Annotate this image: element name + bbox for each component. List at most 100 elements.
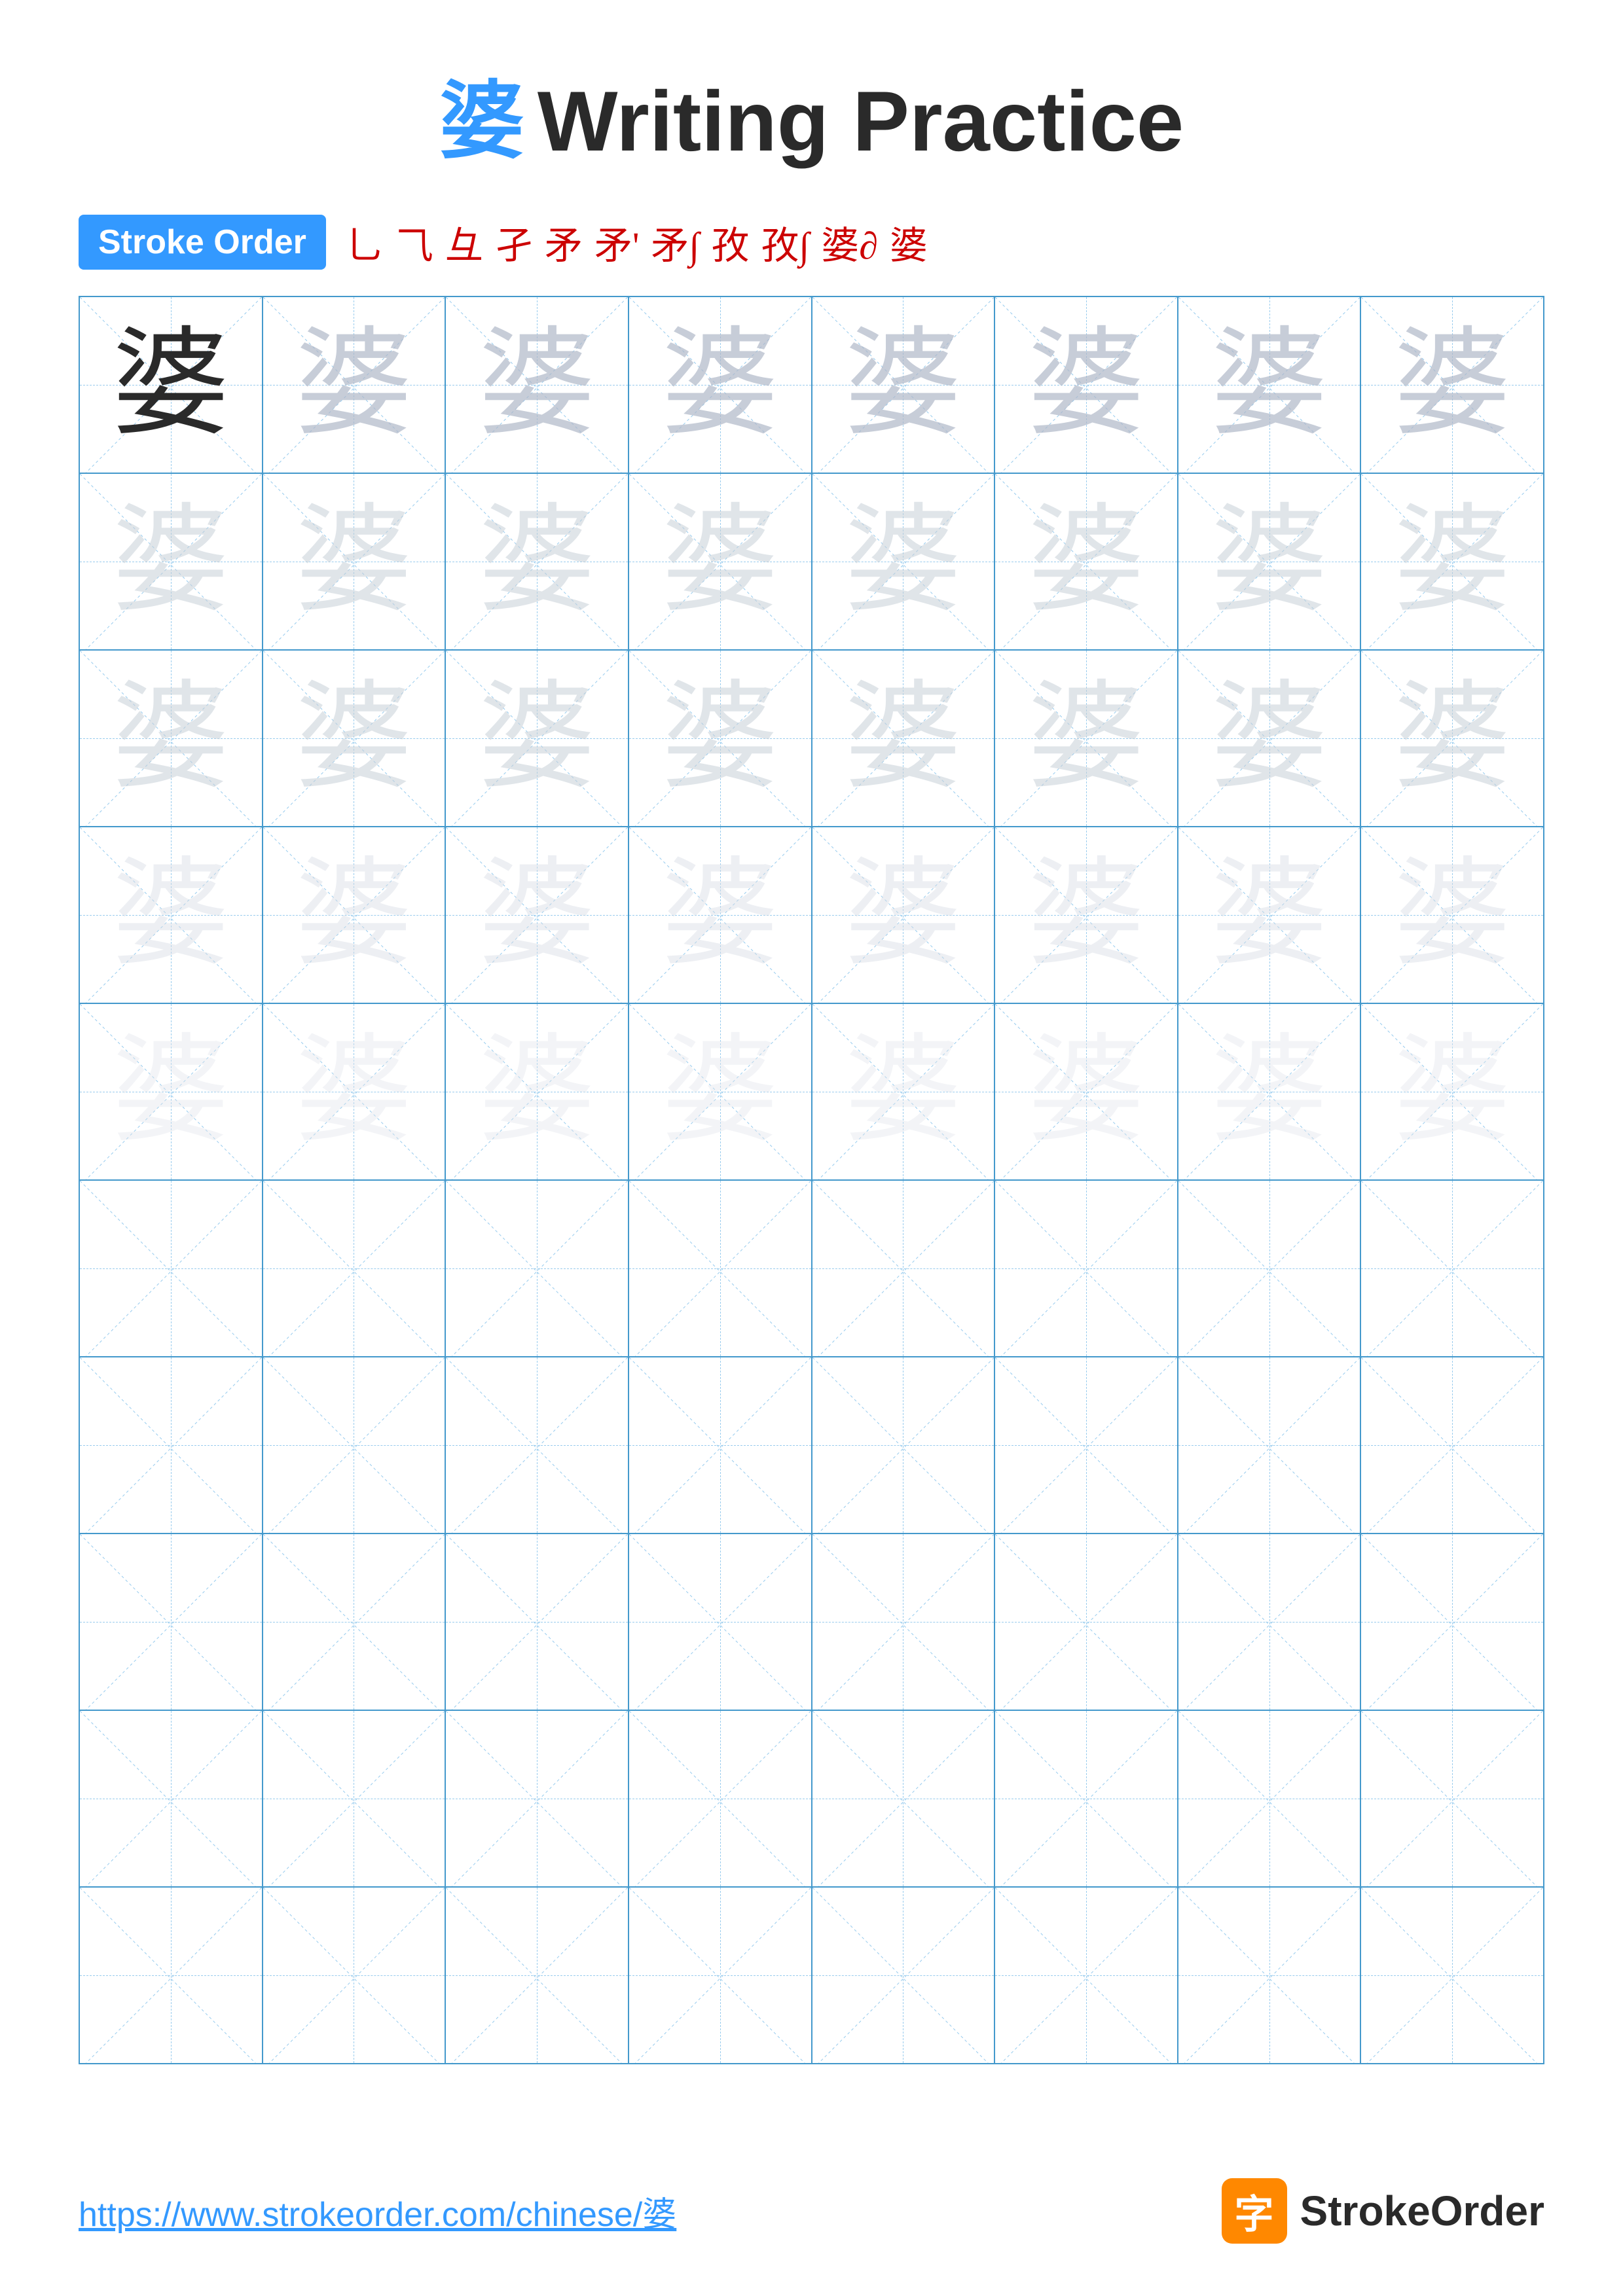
grid-cell-empty[interactable] bbox=[812, 1710, 995, 1887]
grid-cell[interactable]: 婆 bbox=[79, 1003, 263, 1180]
grid-cell[interactable]: 婆 bbox=[263, 296, 446, 473]
stroke-8: 孜 bbox=[711, 215, 749, 270]
footer-logo: 字 StrokeOrder bbox=[1222, 2178, 1544, 2244]
grid-cell-empty[interactable] bbox=[1178, 1534, 1361, 1710]
grid-cell-empty[interactable] bbox=[79, 1357, 263, 1534]
grid-cell-empty[interactable] bbox=[1178, 1357, 1361, 1534]
grid-cell[interactable]: 婆 bbox=[812, 827, 995, 1003]
grid-cell-empty[interactable] bbox=[263, 1357, 446, 1534]
grid-cell[interactable]: 婆 bbox=[79, 473, 263, 650]
grid-cell-empty[interactable] bbox=[629, 1180, 812, 1357]
grid-cell-empty[interactable] bbox=[629, 1534, 812, 1710]
grid-cell[interactable]: 婆 bbox=[1360, 473, 1544, 650]
grid-cell-empty[interactable] bbox=[994, 1887, 1178, 2064]
grid-cell-empty[interactable] bbox=[263, 1887, 446, 2064]
grid-cell[interactable]: 婆 bbox=[1178, 650, 1361, 827]
logo-char: 字 bbox=[1235, 2183, 1274, 2240]
grid-cell[interactable]: 婆 bbox=[629, 827, 812, 1003]
title-char: 婆 bbox=[439, 73, 524, 169]
title-label: Writing Practice bbox=[538, 73, 1184, 169]
grid-cell-empty[interactable] bbox=[79, 1710, 263, 1887]
grid-cell-empty[interactable] bbox=[1360, 1357, 1544, 1534]
grid-cell-empty[interactable] bbox=[994, 1534, 1178, 1710]
grid-cell[interactable]: 婆 bbox=[629, 296, 812, 473]
grid-cell[interactable]: 婆 bbox=[1360, 1003, 1544, 1180]
grid-cell-empty[interactable] bbox=[1178, 1180, 1361, 1357]
grid-cell[interactable]: 婆 bbox=[1360, 296, 1544, 473]
table-row: 婆 婆 婆 bbox=[79, 827, 1544, 1003]
grid-cell-empty[interactable] bbox=[629, 1357, 812, 1534]
brand-name: StrokeOrder bbox=[1300, 2187, 1544, 2235]
grid-cell-empty[interactable] bbox=[445, 1357, 629, 1534]
grid-cell-empty[interactable] bbox=[812, 1887, 995, 2064]
grid-cell[interactable]: 婆 bbox=[445, 1003, 629, 1180]
grid-cell[interactable]: 婆 bbox=[79, 650, 263, 827]
grid-cell[interactable]: 婆 bbox=[1178, 296, 1361, 473]
grid-cell[interactable]: 婆 bbox=[445, 650, 629, 827]
grid-cell-empty[interactable] bbox=[263, 1710, 446, 1887]
grid-cell[interactable]: 婆 bbox=[629, 650, 812, 827]
grid-cell-empty[interactable] bbox=[812, 1180, 995, 1357]
stroke-5: 矛 bbox=[545, 215, 583, 270]
grid-cell-empty[interactable] bbox=[1360, 1710, 1544, 1887]
grid-cell-empty[interactable] bbox=[812, 1534, 995, 1710]
grid-cell-empty[interactable] bbox=[1360, 1887, 1544, 2064]
stroke-10: 婆∂ bbox=[821, 215, 878, 270]
grid-cell[interactable]: 婆 bbox=[994, 1003, 1178, 1180]
grid-cell[interactable]: 婆 bbox=[1360, 827, 1544, 1003]
grid-cell[interactable]: 婆 bbox=[812, 1003, 995, 1180]
grid-cell[interactable]: 婆 bbox=[629, 1003, 812, 1180]
grid-cell-empty[interactable] bbox=[263, 1534, 446, 1710]
grid-cell[interactable]: 婆 bbox=[812, 650, 995, 827]
grid-cell[interactable]: 婆 bbox=[263, 473, 446, 650]
grid-cell[interactable]: 婆 bbox=[629, 473, 812, 650]
grid-cell[interactable]: 婆 bbox=[79, 296, 263, 473]
grid-cell[interactable]: 婆 bbox=[994, 473, 1178, 650]
grid-cell-empty[interactable] bbox=[629, 1710, 812, 1887]
grid-cell-empty[interactable] bbox=[629, 1887, 812, 2064]
grid-cell[interactable]: 婆 bbox=[445, 473, 629, 650]
table-row: 婆 婆 婆 bbox=[79, 1003, 1544, 1180]
stroke-4: 孑 bbox=[495, 215, 533, 270]
grid-cell-empty[interactable] bbox=[1178, 1710, 1361, 1887]
grid-cell[interactable]: 婆 bbox=[994, 296, 1178, 473]
grid-cell-empty[interactable] bbox=[994, 1357, 1178, 1534]
grid-cell[interactable]: 婆 bbox=[812, 473, 995, 650]
grid-cell[interactable]: 婆 bbox=[263, 650, 446, 827]
grid-cell-empty[interactable] bbox=[994, 1710, 1178, 1887]
grid-cell[interactable]: 婆 bbox=[445, 827, 629, 1003]
grid-cell-empty[interactable] bbox=[445, 1534, 629, 1710]
grid-cell[interactable]: 婆 bbox=[263, 827, 446, 1003]
footer: https://www.strokeorder.com/chinese/婆 字 … bbox=[0, 2178, 1623, 2244]
grid-cell[interactable]: 婆 bbox=[1178, 1003, 1361, 1180]
grid-cell[interactable]: 婆 bbox=[79, 827, 263, 1003]
grid-cell[interactable]: 婆 bbox=[445, 296, 629, 473]
grid-cell[interactable]: 婆 bbox=[994, 827, 1178, 1003]
grid-cell-empty[interactable] bbox=[79, 1180, 263, 1357]
page-title: 婆Writing Practice bbox=[0, 0, 1623, 215]
grid-cell-empty[interactable] bbox=[263, 1180, 446, 1357]
grid-cell[interactable]: 婆 bbox=[1178, 473, 1361, 650]
grid-cell[interactable]: 婆 bbox=[1360, 650, 1544, 827]
table-row: 婆 婆 婆 bbox=[79, 473, 1544, 650]
stroke-3: 彑 bbox=[445, 215, 483, 270]
grid-cell-empty[interactable] bbox=[1360, 1534, 1544, 1710]
grid-cell-empty[interactable] bbox=[812, 1357, 995, 1534]
stroke-2: ⺄ bbox=[395, 215, 433, 270]
table-row bbox=[79, 1710, 1544, 1887]
grid-cell-empty[interactable] bbox=[994, 1180, 1178, 1357]
grid-cell-empty[interactable] bbox=[445, 1887, 629, 2064]
grid-cell[interactable]: 婆 bbox=[994, 650, 1178, 827]
grid-cell-empty[interactable] bbox=[1360, 1180, 1544, 1357]
grid-cell[interactable]: 婆 bbox=[1178, 827, 1361, 1003]
footer-url-link[interactable]: https://www.strokeorder.com/chinese/婆 bbox=[79, 2187, 676, 2236]
grid-cell-empty[interactable] bbox=[79, 1887, 263, 2064]
grid-cell-empty[interactable] bbox=[445, 1180, 629, 1357]
grid-cell-empty[interactable] bbox=[1178, 1887, 1361, 2064]
grid-cell[interactable]: 婆 bbox=[263, 1003, 446, 1180]
grid-cell[interactable]: 婆 bbox=[812, 296, 995, 473]
grid-cell-empty[interactable] bbox=[79, 1534, 263, 1710]
table-row bbox=[79, 1534, 1544, 1710]
grid-cell-empty[interactable] bbox=[445, 1710, 629, 1887]
table-row bbox=[79, 1180, 1544, 1357]
